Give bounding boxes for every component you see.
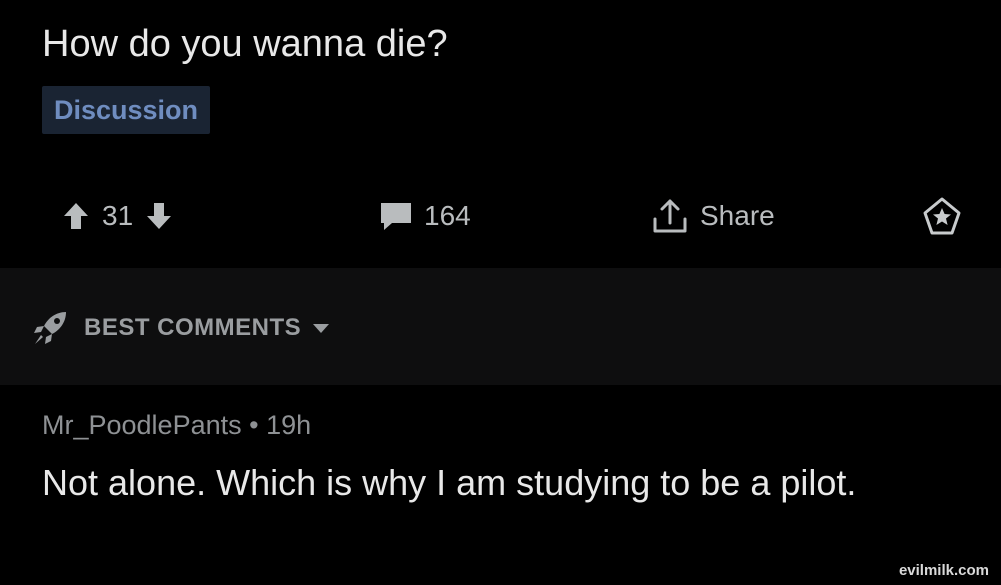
speech-bubble-icon [378, 200, 414, 232]
post-title: How do you wanna die? [42, 23, 448, 65]
watermark: evilmilk.com [898, 562, 989, 579]
sort-label: BEST COMMENTS [84, 314, 302, 341]
share-upload-icon [650, 197, 690, 235]
award-icon [922, 196, 962, 236]
vote-group: 31 [62, 188, 173, 244]
award-button[interactable] [922, 188, 962, 244]
comment-meta: Mr_PoodlePants • 19h [42, 410, 311, 441]
rocket-icon [30, 308, 70, 348]
arrow-up-icon[interactable] [62, 201, 90, 231]
comments-sort-band: BEST COMMENTS [0, 268, 1001, 385]
post-actions-bar: 31 164 Share [0, 188, 1001, 244]
comment-age: 19h [266, 410, 312, 440]
comment-author[interactable]: Mr_PoodlePants [42, 410, 242, 440]
vote-count: 31 [102, 200, 134, 231]
meta-separator: • [249, 410, 259, 440]
flair-label: Discussion [54, 94, 199, 125]
caret-down-icon [311, 321, 331, 335]
comment-body: Not alone. Which is why I am studying to… [42, 462, 857, 503]
share-button[interactable]: Share [650, 188, 775, 244]
comments-button[interactable]: 164 [378, 188, 471, 244]
comment-count: 164 [424, 200, 471, 231]
arrow-down-icon[interactable] [145, 201, 173, 231]
sort-dropdown[interactable]: BEST COMMENTS [30, 306, 331, 350]
share-label: Share [700, 200, 775, 231]
flair-badge[interactable]: Discussion [42, 86, 211, 134]
